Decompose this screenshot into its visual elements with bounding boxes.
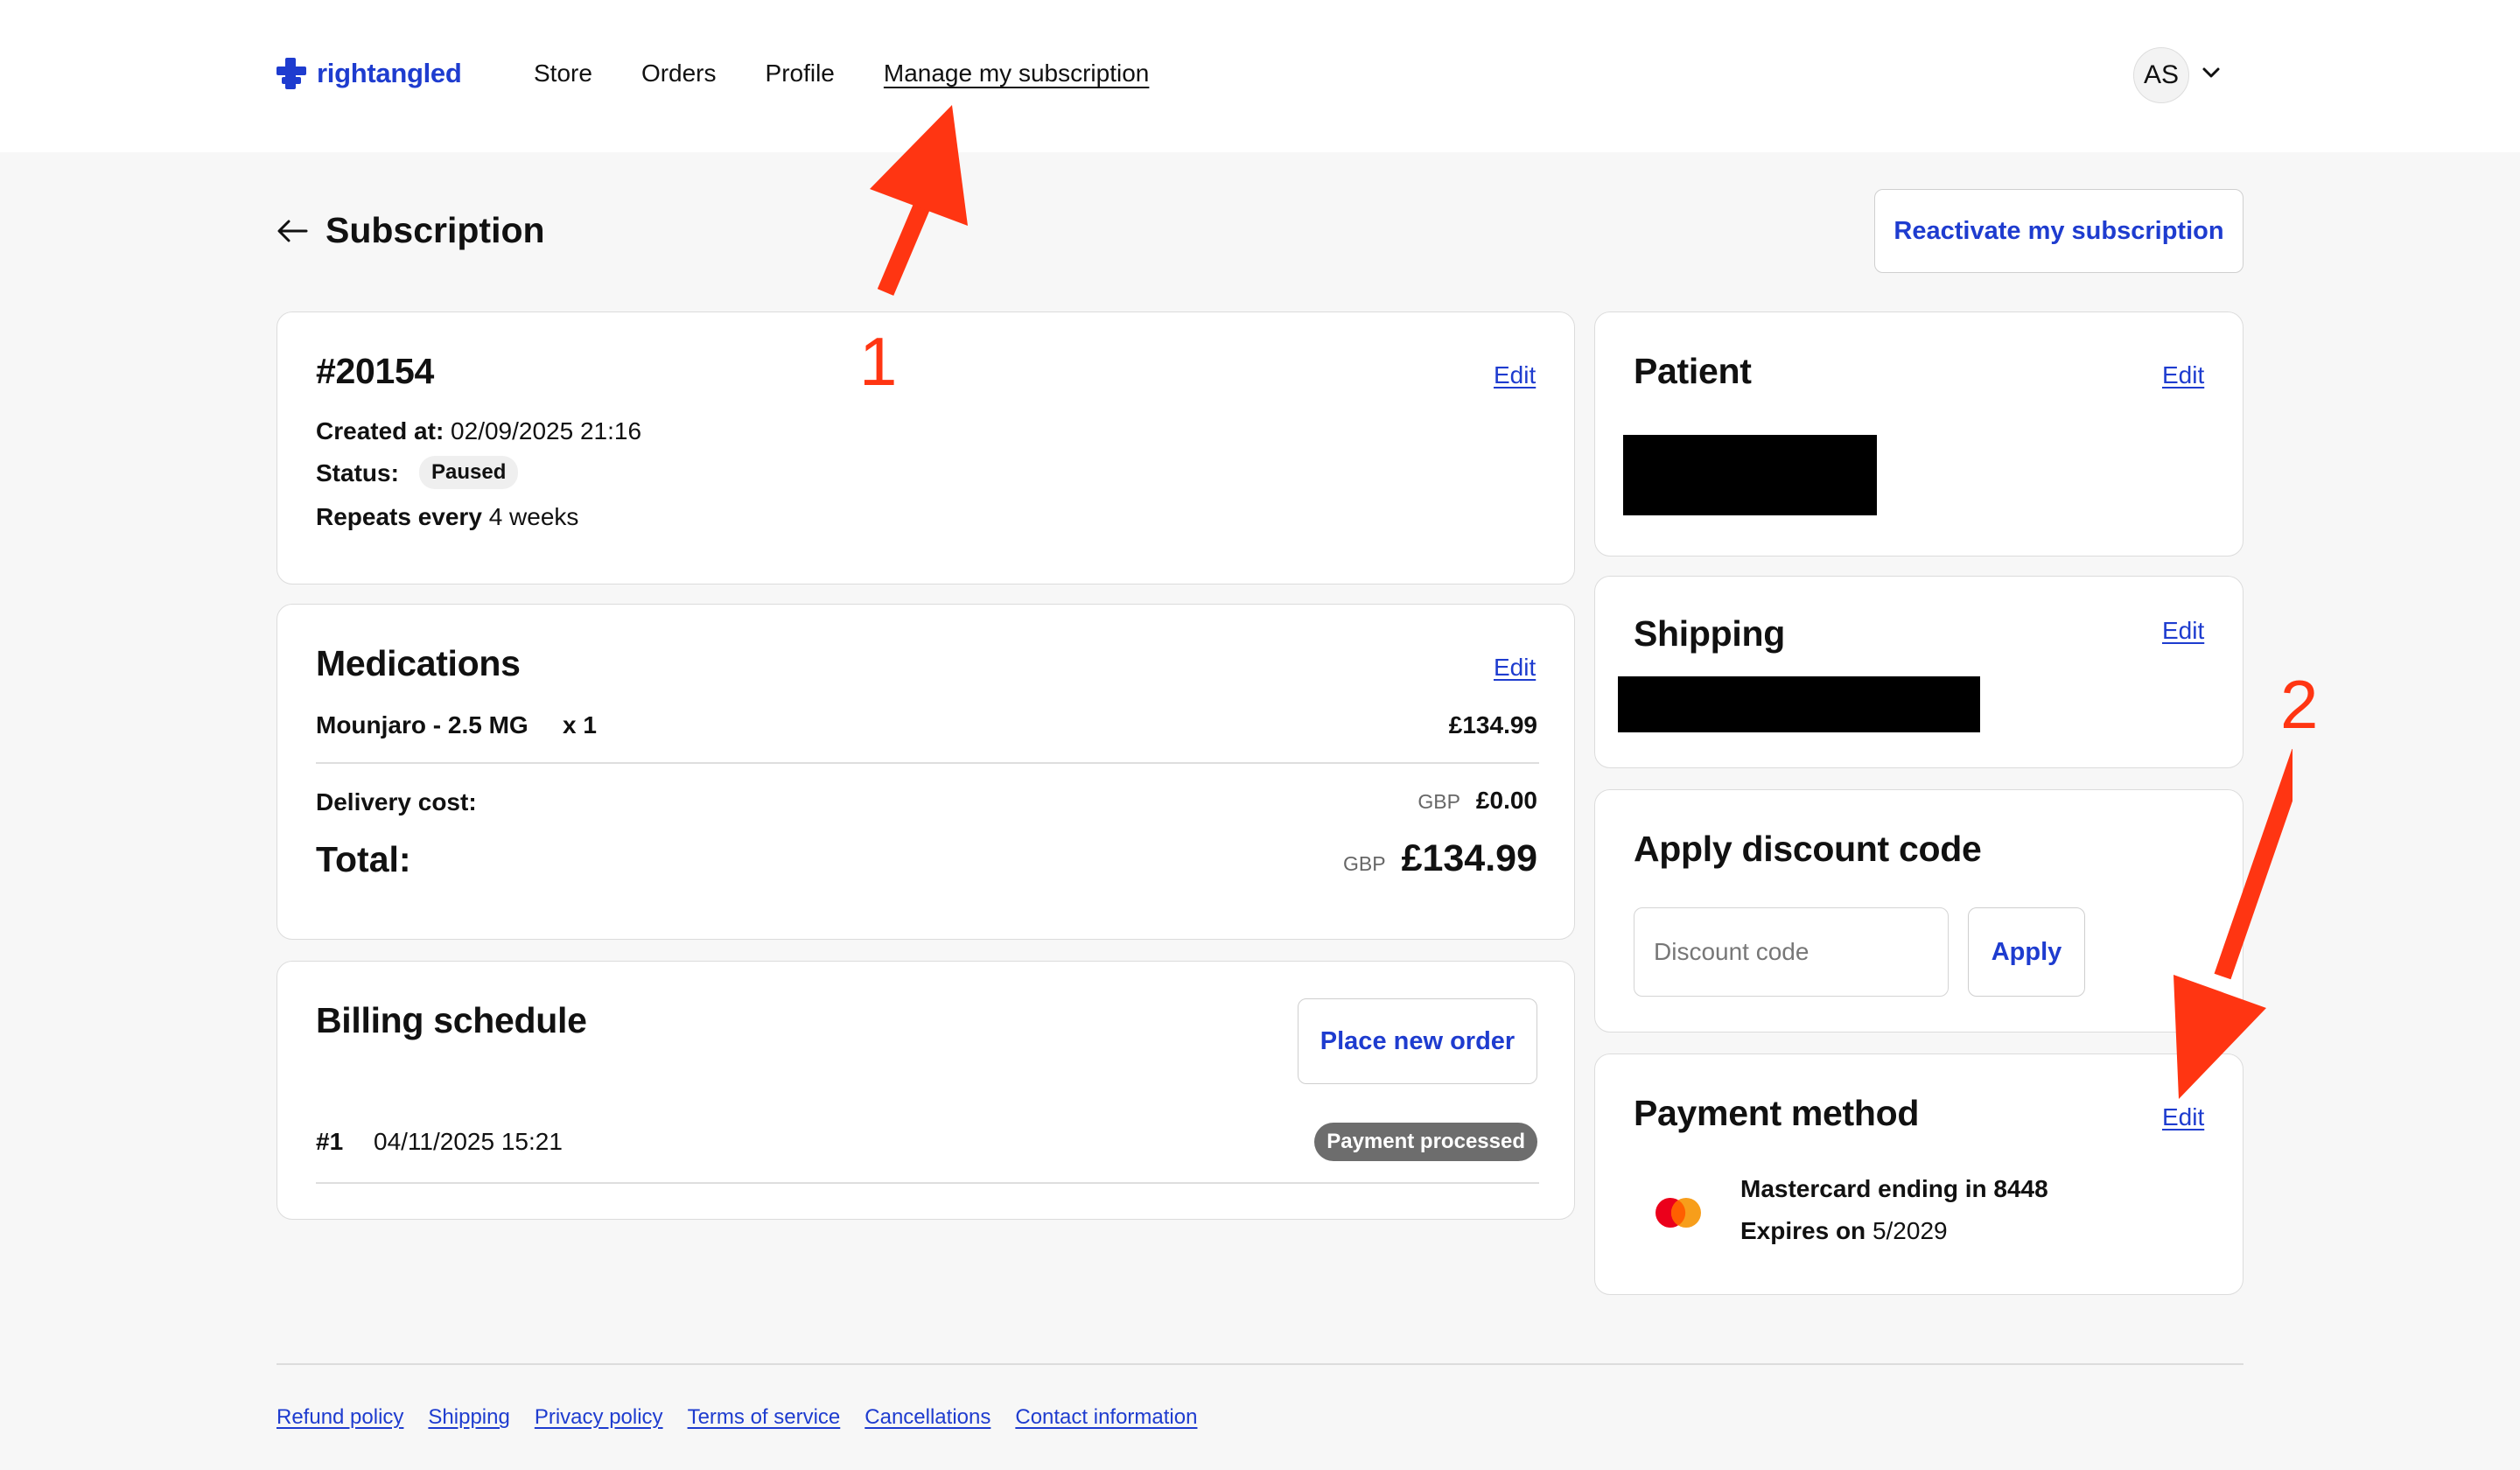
repeats-label: Repeats every bbox=[316, 503, 482, 530]
reactivate-subscription-button[interactable]: Reactivate my subscription bbox=[1874, 189, 2244, 273]
footer-cancellations[interactable]: Cancellations bbox=[864, 1405, 990, 1430]
medication-qty: x 1 bbox=[563, 711, 597, 738]
nav-manage-subscription[interactable]: Manage my subscription bbox=[884, 60, 1149, 88]
main-nav: Store Orders Profile Manage my subscript… bbox=[534, 60, 1149, 88]
discount-title: Apply discount code bbox=[1634, 829, 1982, 869]
medications-card: Medications Edit Mounjaro - 2.5 MG x 1 £… bbox=[276, 604, 1575, 940]
medication-price: £134.99 bbox=[1448, 711, 1537, 738]
avatar[interactable]: AS bbox=[2133, 47, 2189, 103]
divider bbox=[316, 1182, 1539, 1184]
shipping-card: Shipping Edit bbox=[1594, 576, 2244, 768]
footer-divider bbox=[276, 1363, 2244, 1365]
billing-schedule-card: Billing schedule Place new order #1 04/1… bbox=[276, 961, 1575, 1220]
status-label: Status: bbox=[316, 459, 399, 486]
edit-medications-link[interactable]: Edit bbox=[1494, 654, 1536, 682]
footer-refund-policy[interactable]: Refund policy bbox=[276, 1405, 403, 1430]
mastercard-icon bbox=[1656, 1198, 1701, 1228]
card-expiry: Expires on 5/2029 bbox=[1740, 1217, 1948, 1245]
discount-card: Apply discount code Discount code Apply bbox=[1594, 789, 2244, 1032]
billing-title: Billing schedule bbox=[316, 1000, 587, 1040]
total-value: £134.99 bbox=[1401, 837, 1537, 879]
divider bbox=[316, 762, 1539, 764]
annotation-arrow-2 bbox=[2174, 749, 2292, 1099]
repeats-value: 4 weeks bbox=[488, 503, 579, 530]
delivery-value: £0.00 bbox=[1475, 787, 1537, 814]
medications-title: Medications bbox=[316, 643, 521, 683]
annotation-arrow-1 bbox=[870, 105, 968, 296]
expires-label: Expires on bbox=[1740, 1217, 1866, 1244]
avatar-initials: AS bbox=[2143, 60, 2180, 89]
place-new-order-button[interactable]: Place new order bbox=[1298, 998, 1537, 1084]
payment-method-card: Payment method Edit Mastercard ending in… bbox=[1594, 1054, 2244, 1295]
nav-orders[interactable]: Orders bbox=[641, 60, 717, 88]
expires-value: 5/2029 bbox=[1872, 1217, 1948, 1244]
chevron-down-icon[interactable] bbox=[2202, 66, 2221, 79]
card-description: Mastercard ending in 8448 bbox=[1740, 1175, 2048, 1202]
total-amount: GBP £134.99 bbox=[1343, 837, 1537, 880]
page-title: Subscription bbox=[326, 210, 545, 250]
brand-logo-icon bbox=[276, 58, 306, 89]
billing-row-index: #1 bbox=[316, 1128, 344, 1155]
medication-name: Mounjaro - 2.5 MG bbox=[316, 711, 528, 738]
patient-card: Patient Edit bbox=[1594, 312, 2244, 556]
apply-discount-button[interactable]: Apply bbox=[1968, 907, 2085, 997]
edit-subscription-link[interactable]: Edit bbox=[1494, 361, 1536, 389]
nav-store[interactable]: Store bbox=[534, 60, 592, 88]
billing-row-datetime: 04/11/2025 15:21 bbox=[374, 1128, 563, 1155]
total-currency: GBP bbox=[1342, 852, 1386, 875]
footer-links: Refund policy Shipping Privacy policy Te… bbox=[276, 1405, 1197, 1430]
edit-shipping-link[interactable]: Edit bbox=[2162, 617, 2204, 645]
edit-patient-link[interactable]: Edit bbox=[2162, 361, 2204, 389]
discount-code-input[interactable]: Discount code bbox=[1634, 907, 1949, 997]
status-badge: Paused bbox=[419, 456, 519, 489]
page-header: Subscription bbox=[276, 210, 545, 251]
top-bar: rightangled Store Orders Profile Manage … bbox=[0, 0, 2520, 152]
subscription-card: #20154 Edit Created at: 02/09/2025 21:16… bbox=[276, 312, 1575, 584]
footer-contact-information[interactable]: Contact information bbox=[1015, 1405, 1197, 1430]
brand-logo[interactable]: rightangled bbox=[276, 56, 462, 91]
annotation-label-2: 2 bbox=[2280, 666, 2319, 743]
footer-privacy-policy[interactable]: Privacy policy bbox=[535, 1405, 663, 1430]
delivery-label: Delivery cost: bbox=[316, 788, 477, 816]
created-at-label: Created at: bbox=[316, 417, 444, 444]
payment-title: Payment method bbox=[1634, 1093, 1920, 1133]
nav-profile[interactable]: Profile bbox=[766, 60, 835, 88]
delivery-cost: GBP £0.00 bbox=[1418, 787, 1537, 815]
shipping-title: Shipping bbox=[1634, 613, 1785, 654]
footer-terms-of-service[interactable]: Terms of service bbox=[688, 1405, 841, 1430]
redacted-patient-info bbox=[1623, 435, 1877, 515]
redacted-shipping-address bbox=[1618, 676, 1980, 732]
total-label: Total: bbox=[316, 839, 411, 879]
annotation-label-1: 1 bbox=[859, 323, 898, 400]
created-at-row: Created at: 02/09/2025 21:16 bbox=[316, 417, 641, 445]
repeats-row: Repeats every 4 weeks bbox=[316, 503, 578, 531]
delivery-currency: GBP bbox=[1418, 790, 1460, 813]
patient-title: Patient bbox=[1634, 351, 1752, 391]
created-at-value: 02/09/2025 21:16 bbox=[451, 417, 642, 444]
back-arrow-icon[interactable] bbox=[276, 218, 308, 244]
brand-name: rightangled bbox=[317, 58, 462, 88]
payment-status-badge: Payment processed bbox=[1314, 1123, 1537, 1161]
edit-payment-link[interactable]: Edit bbox=[2162, 1103, 2204, 1131]
subscription-number: #20154 bbox=[316, 351, 435, 391]
footer-shipping[interactable]: Shipping bbox=[428, 1405, 509, 1430]
